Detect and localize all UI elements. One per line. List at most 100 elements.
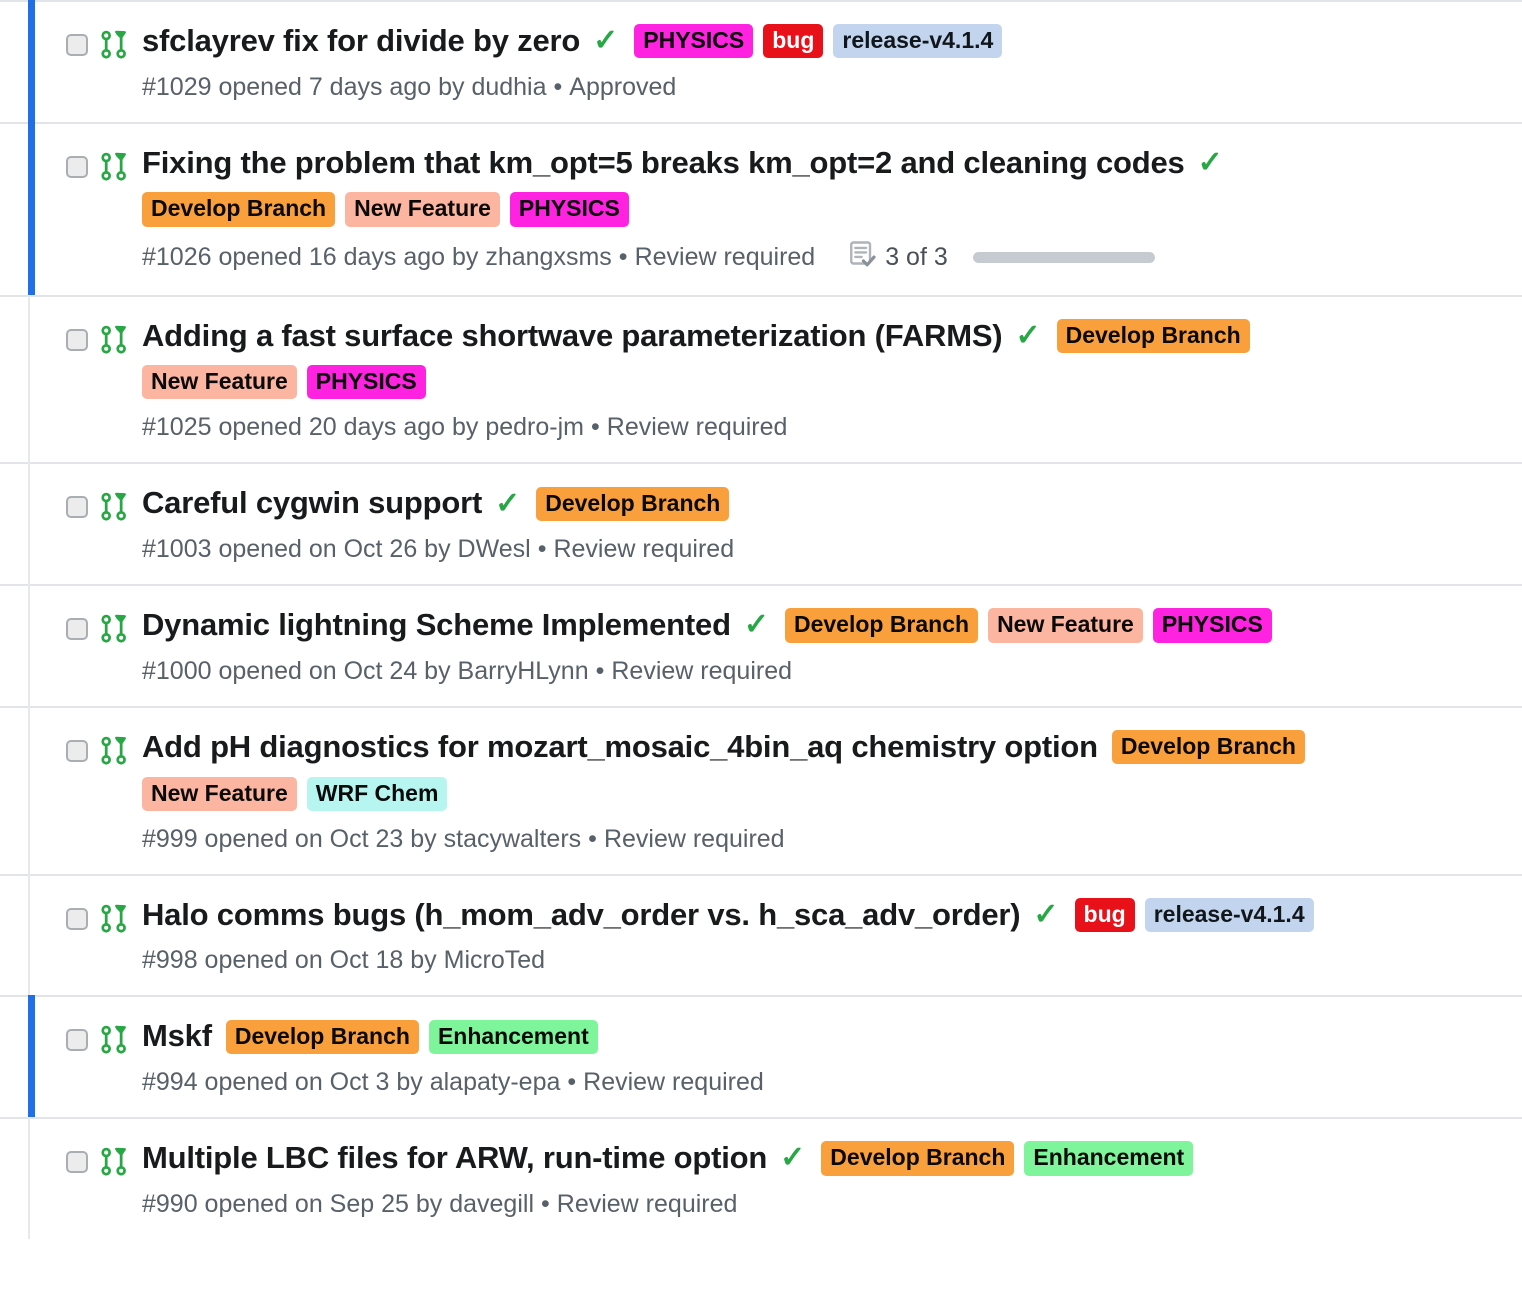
pull-request-title-line: Halo comms bugs (h_mom_adv_order vs. h_s… [142,897,1506,933]
row-checkbox-cell [28,486,90,519]
pull-request-row[interactable]: Mskf Develop Branch Enhancement #994 opened… [0,995,1522,1118]
pull-request-title-line: Add pH diagnostics for mozart_mosaic_4bi… [142,729,1506,765]
pull-request-meta-text: #994 opened on Oct 3 by alapaty-epa [142,1068,561,1097]
pr-label[interactable]: New Feature [142,776,297,811]
row-checkbox[interactable] [66,155,88,178]
pr-label[interactable]: PHYSICS [509,192,629,227]
pr-label-group-wrapped: New Feature PHYSICS [142,365,1506,400]
meta-separator-dot: • [553,72,563,101]
pull-request-meta-text: #1003 opened on Oct 26 by DWesl [142,535,531,564]
pull-request-row[interactable]: sfclayrev fix for divide by zero ✓ PHYSICS… [0,0,1522,122]
pull-request-title-line: Multiple LBC files for ARW, run-time opt… [142,1140,1506,1176]
git-pull-request-icon [90,730,138,766]
check-icon: ✓ [593,24,619,58]
pr-label[interactable]: release-v4.1.4 [833,24,1003,59]
pull-request-meta-text: #1026 opened 16 days ago by zhangxsms [142,243,612,272]
meta-separator-dot: • [595,656,605,685]
row-checkbox[interactable] [66,1151,88,1174]
pr-label-group: bug release-v4.1.4 [1074,897,1314,933]
git-pull-request-icon [90,486,138,522]
pull-request-meta: #1025 opened 20 days ago by pedro-jm • Rev… [142,413,1506,442]
pr-label[interactable]: Develop Branch [1056,318,1250,353]
pull-request-row[interactable]: Adding a fast surface shortwave paramete… [0,294,1522,463]
row-checkbox-cell [28,1141,90,1174]
pr-label[interactable]: PHYSICS [306,365,426,400]
row-checkbox[interactable] [66,907,88,930]
row-checkbox[interactable] [66,34,88,56]
pull-request-title-line: Careful cygwin support ✓ Develop Branch [142,486,1506,521]
check-icon: ✓ [1197,146,1223,180]
pull-request-title[interactable]: Fixing the problem that km_opt=5 breaks … [142,145,1185,181]
check-icon: ✓ [495,486,521,520]
pr-label[interactable]: New Feature [988,608,1143,643]
pull-request-content: Careful cygwin support ✓ Develop Branch #10… [138,486,1506,564]
pr-label[interactable]: Develop Branch [821,1141,1015,1176]
pr-label[interactable]: Develop Branch [784,608,979,643]
pull-request-row[interactable]: Careful cygwin support ✓ Develop Branch #10… [0,462,1522,585]
pull-request-meta-text: #999 opened on Oct 23 by stacywalters [142,824,582,853]
pull-request-title[interactable]: Dynamic lightning Scheme Implemented [142,607,731,643]
pull-request-meta: #990 opened on Sep 25 by davegill • Review… [142,1190,1506,1219]
pull-request-row[interactable]: Halo comms bugs (h_mom_adv_order vs. h_s… [0,873,1522,996]
pull-request-title[interactable]: Careful cygwin support [142,486,482,521]
pr-label[interactable]: PHYSICS [1152,608,1272,643]
pull-request-title-line: Dynamic lightning Scheme Implemented ✓ Dev… [142,607,1506,643]
check-icon: ✓ [780,1141,806,1175]
pr-label[interactable]: release-v4.1.4 [1144,897,1314,933]
pr-label[interactable]: Develop Branch [536,486,730,521]
pr-label[interactable]: Develop Branch [225,1019,419,1054]
pr-label[interactable]: Enhancement [1024,1141,1194,1176]
pull-request-meta-text: #1025 opened 20 days ago by pedro-jm [142,413,584,442]
pr-label[interactable]: Develop Branch [1111,730,1305,765]
row-checkbox[interactable] [66,1029,88,1052]
pull-request-meta: #999 opened on Oct 23 by stacywalters • Re… [142,825,1506,854]
row-checkbox-cell [28,319,90,351]
pull-request-title[interactable]: Add pH diagnostics for mozart_mosaic_4bi… [142,729,1098,765]
pull-request-title[interactable]: Halo comms bugs (h_mom_adv_order vs. h_s… [142,897,1021,933]
pr-label-group: PHYSICS bug release-v4.1.4 [634,24,1003,59]
pr-label-group: Develop Branch New Feature PHYSICS [784,608,1272,643]
git-pull-request-icon [90,1019,138,1055]
pr-label[interactable]: Enhancement [428,1019,598,1054]
pull-request-row[interactable]: Dynamic lightning Scheme Implemented ✓ Dev… [0,584,1522,706]
pull-request-meta: #1029 opened 7 days ago by dudhia • Approv… [142,73,1506,102]
row-checkbox[interactable] [66,496,88,519]
row-checkbox-cell [28,898,90,930]
pull-request-meta: #998 opened on Oct 18 by MicroTed [142,946,1506,975]
row-checkbox[interactable] [66,328,88,351]
pr-label-group: Develop Branch Enhancement [225,1019,598,1054]
meta-separator-dot: • [541,1189,550,1218]
pr-label[interactable]: PHYSICS [634,24,754,59]
pr-label[interactable]: bug [1074,897,1135,933]
pr-label-group-wrapped: Develop Branch New Feature PHYSICS [142,192,1506,227]
pull-request-title[interactable]: Adding a fast surface shortwave paramete… [142,318,1003,354]
pull-request-title[interactable]: Mskf [142,1019,212,1054]
pull-request-title[interactable]: Multiple LBC files for ARW, run-time opt… [142,1140,767,1176]
pr-label[interactable]: New Feature [142,365,297,400]
row-checkbox[interactable] [66,739,88,762]
pull-request-content: Fixing the problem that km_opt=5 breaks … [138,145,1506,275]
row-checkbox-cell [28,146,90,178]
git-pull-request-icon [90,146,138,182]
pull-request-title-line: Fixing the problem that km_opt=5 breaks … [142,145,1506,181]
review-status-text: Review required [603,824,785,853]
pr-label[interactable]: bug [763,24,824,59]
pull-request-title-line: sfclayrev fix for divide by zero ✓ PHYSICS… [142,23,1506,59]
pr-label[interactable]: New Feature [345,192,500,227]
meta-separator-dot: • [588,824,597,853]
pull-request-row[interactable]: Multiple LBC files for ARW, run-time opt… [0,1117,1522,1239]
pr-label[interactable]: WRF Chem [306,776,448,811]
review-status-text: Review required [634,243,816,272]
pull-request-row[interactable]: Fixing the problem that km_opt=5 breaks … [0,121,1522,295]
pr-label-group: Develop Branch [1111,730,1305,765]
pr-label-group: Develop Branch [1056,318,1250,353]
pull-request-title[interactable]: sfclayrev fix for divide by zero [142,23,580,59]
pull-request-row[interactable]: Add pH diagnostics for mozart_mosaic_4bi… [0,705,1522,874]
meta-separator-dot: • [591,413,600,442]
check-icon: ✓ [743,608,769,642]
tasklist-icon [849,240,876,275]
pr-label[interactable]: Develop Branch [142,192,336,227]
row-checkbox[interactable] [66,618,88,641]
git-pull-request-icon [90,608,138,644]
meta-separator-dot: • [618,243,628,272]
